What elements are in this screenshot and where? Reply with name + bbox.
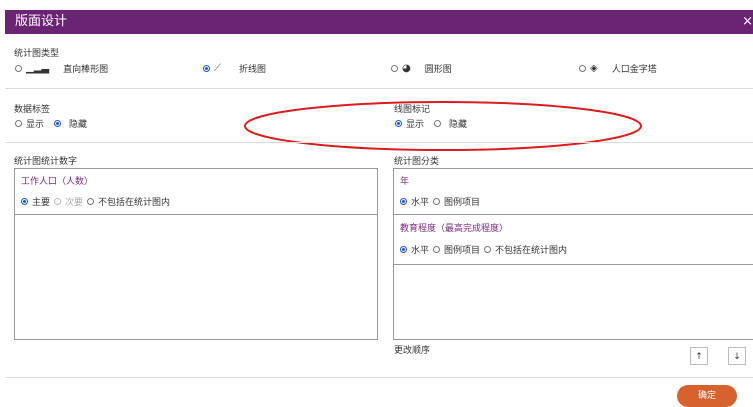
horizontal-label: 水平 [411,246,430,256]
secondary-label: 次要 [65,198,84,208]
panel-divider [15,214,377,215]
stat-numbers-panel: 工作人口（人数） 主要 次要 不包括在统计图内 [14,168,378,340]
chart-type-option-bar[interactable]: ▁▂▃ 直向棒形图 [15,62,108,75]
radio-horizontal[interactable] [400,198,407,205]
legend-label: 图例项目 [444,198,481,208]
education-options: 水平 图例项目 不包括在统计图内 [400,243,567,256]
radio-button[interactable] [391,65,398,72]
hide-label: 隐藏 [69,120,88,130]
chart-type-option-pyramid[interactable]: ◈ 人口金字塔 [579,62,657,75]
data-labels-options: 显示 隐藏 [15,117,87,130]
radio-secondary[interactable] [54,198,62,205]
stat-item-options: 主要 次要 不包括在统计图内 [21,195,170,208]
vertical-bar-chart-icon: ▁▂▃ [26,63,50,74]
radio-show[interactable] [15,120,22,127]
population-pyramid-icon: ◈ [590,63,598,74]
annotation-ellipse [244,101,642,151]
chart-type-option-line[interactable]: ⟋ 折线图 [203,62,266,75]
pie-chart-icon: ◕ [402,63,411,74]
chart-type-label: 直向棒形图 [63,65,109,75]
exclude-label: 不包括在统计图内 [495,246,568,256]
divider [5,142,753,143]
radio-legend[interactable] [433,246,441,253]
chart-type-label: 圆形图 [424,65,452,75]
confirm-button[interactable]: 确定 [677,385,737,407]
primary-label: 主要 [32,198,51,208]
radio-hide[interactable] [54,120,62,127]
chart-type-label: 人口金字塔 [611,65,657,75]
exclude-label: 不包括在统计图内 [98,198,171,208]
classification-year-title: 年 [400,177,410,187]
classification-education-title: 教育程度（最高完成程度） [400,224,509,234]
horizontal-label: 水平 [411,198,430,208]
move-down-button[interactable]: ↓ [728,347,746,365]
radio-primary[interactable] [21,198,28,205]
divider [5,88,753,89]
radio-horizontal[interactable] [400,246,407,253]
divider [5,377,753,378]
radio-exclude[interactable] [87,198,95,205]
dialog-titlebar: 版面设计 × [5,10,753,34]
chart-type-option-pie[interactable]: ◕ 圆形图 [391,62,452,75]
close-icon[interactable]: × [742,10,753,34]
stat-item-title: 工作人口（人数） [21,177,94,187]
panel-divider [394,264,753,265]
radio-exclude[interactable] [484,246,492,253]
legend-label: 图例项目 [444,246,481,256]
dialog-title: 版面设计 [15,14,68,29]
classification-heading: 统计图分类 [394,157,440,167]
panel-divider [394,214,753,215]
stat-numbers-heading: 统计图统计数字 [14,157,78,167]
year-options: 水平 图例项目 [400,195,480,208]
line-chart-icon: ⟋ [214,63,221,74]
radio-button[interactable] [579,65,586,72]
show-label: 显示 [26,120,45,130]
chart-type-heading: 统计图类型 [14,49,60,59]
reorder-label: 更改顺序 [394,346,431,356]
data-labels-heading: 数据标签 [14,105,51,115]
radio-legend[interactable] [433,198,441,205]
classification-panel: 年 水平 图例项目 教育程度（最高完成程度） 水平 图例项目 不包括在统计图内 [393,168,753,340]
move-up-button[interactable]: ↑ [690,347,708,365]
radio-button[interactable] [203,65,210,72]
chart-type-label: 折线图 [239,65,267,75]
radio-button[interactable] [15,65,22,72]
